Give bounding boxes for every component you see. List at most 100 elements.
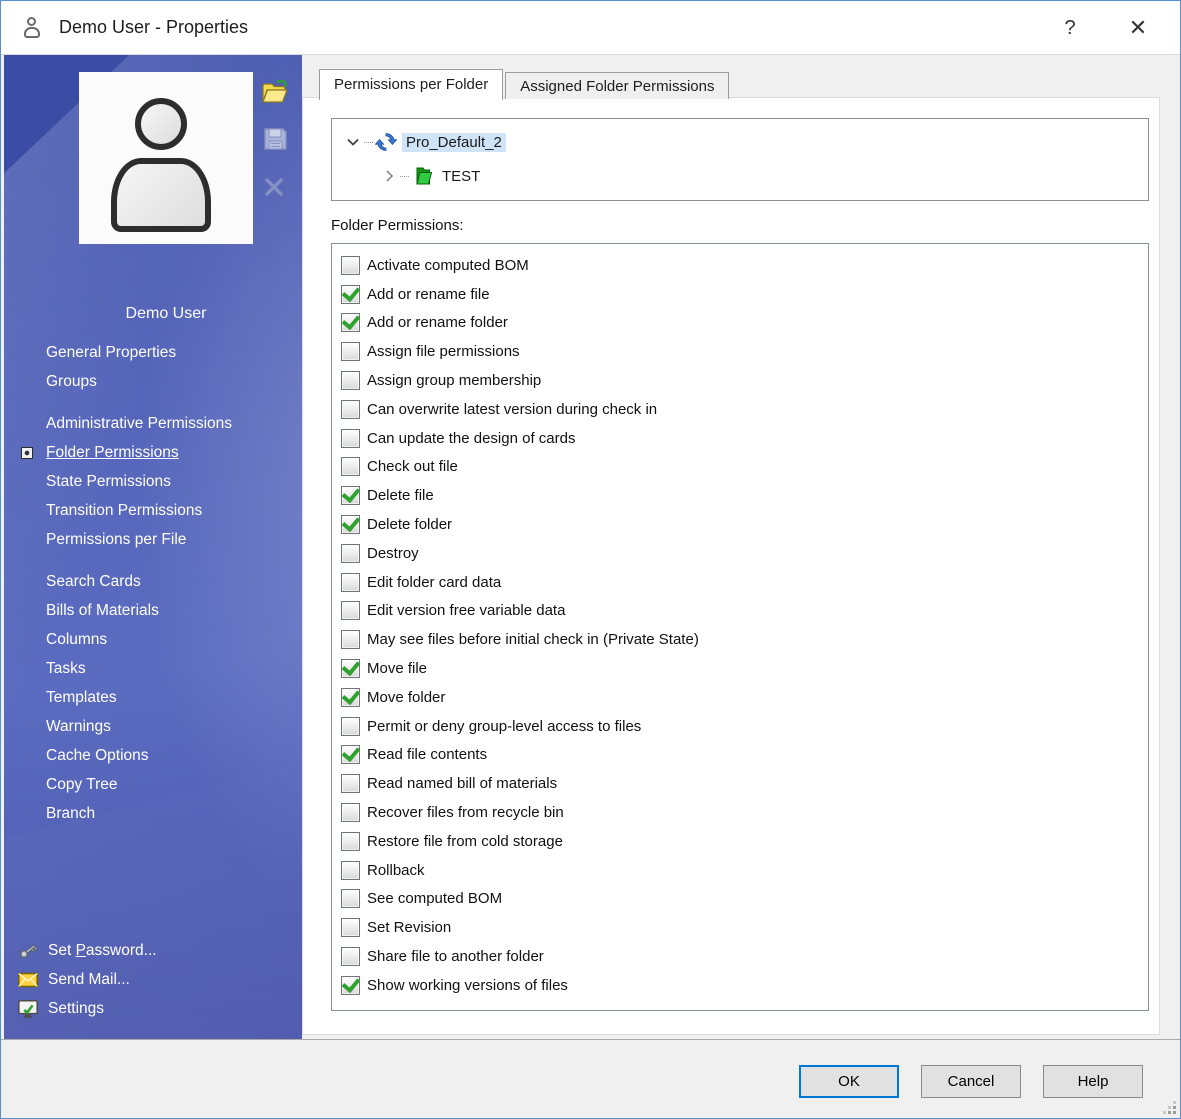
- permission-checkbox[interactable]: [341, 745, 360, 764]
- permission-label: Restore file from cold storage: [367, 833, 563, 850]
- permission-label: Show working versions of files: [367, 977, 568, 994]
- sidebar-nav-item[interactable]: Tasks: [4, 654, 302, 683]
- permission-row: Delete file: [341, 481, 1148, 510]
- permission-checkbox[interactable]: [341, 774, 360, 793]
- tree-connector: [400, 176, 409, 177]
- sidebar: Demo User: [4, 55, 302, 1040]
- permission-checkbox[interactable]: [341, 918, 360, 937]
- tree-node-label[interactable]: TEST: [438, 167, 484, 186]
- sidebar-nav-item[interactable]: Groups: [4, 367, 302, 396]
- sidebar-nav-item[interactable]: Copy Tree: [4, 770, 302, 799]
- title-bar[interactable]: Demo User - Properties ? ✕: [1, 1, 1180, 55]
- sidebar-nav-item[interactable]: Templates: [4, 683, 302, 712]
- permission-checkbox[interactable]: [341, 630, 360, 649]
- permission-label: See computed BOM: [367, 890, 502, 907]
- open-user-icon[interactable]: [260, 77, 290, 107]
- permission-checkbox[interactable]: [341, 573, 360, 592]
- window-resize-grip[interactable]: [1173, 1111, 1176, 1114]
- chevron-down-icon[interactable]: [344, 133, 362, 151]
- permission-label: Recover files from recycle bin: [367, 804, 564, 821]
- sidebar-nav-item[interactable]: Folder Permissions: [4, 438, 302, 467]
- permission-checkbox[interactable]: [341, 544, 360, 563]
- permission-checkbox[interactable]: [341, 285, 360, 304]
- sidebar-nav-item[interactable]: Cache Options: [4, 741, 302, 770]
- sidebar-nav-item[interactable]: Columns: [4, 625, 302, 654]
- permission-row: Show working versions of files: [341, 971, 1148, 1000]
- tab[interactable]: Assigned Folder Permissions: [505, 72, 729, 99]
- permission-checkbox[interactable]: [341, 803, 360, 822]
- sidebar-nav-item[interactable]: Branch: [4, 799, 302, 828]
- permission-checkbox[interactable]: [341, 832, 360, 851]
- permission-checkbox[interactable]: [341, 342, 360, 361]
- chevron-right-icon[interactable]: [380, 167, 398, 185]
- permission-checkbox[interactable]: [341, 457, 360, 476]
- tree-node-label[interactable]: Pro_Default_2: [402, 133, 506, 152]
- settings-link[interactable]: Settings: [4, 994, 302, 1023]
- user-avatar: [79, 72, 253, 244]
- permission-checkbox[interactable]: [341, 371, 360, 390]
- sidebar-nav-item[interactable]: State Permissions: [4, 467, 302, 496]
- permission-checkbox[interactable]: [341, 313, 360, 332]
- settings-label: Settings: [48, 1000, 104, 1018]
- sidebar-nav-item[interactable]: Warnings: [4, 712, 302, 741]
- permission-checkbox[interactable]: [341, 861, 360, 880]
- cancel-button[interactable]: Cancel: [921, 1065, 1021, 1098]
- permission-checkbox[interactable]: [341, 717, 360, 736]
- ok-button[interactable]: OK: [799, 1065, 899, 1098]
- tree-row-vault[interactable]: Pro_Default_2: [344, 129, 506, 155]
- sidebar-nav-item[interactable]: General Properties: [4, 338, 302, 367]
- set-password-link[interactable]: Set Password...: [4, 936, 302, 965]
- send-mail-link[interactable]: Send Mail...: [4, 965, 302, 994]
- permission-row: Assign group membership: [341, 366, 1148, 395]
- permission-checkbox[interactable]: [341, 515, 360, 534]
- permission-row: Edit version free variable data: [341, 597, 1148, 626]
- permission-label: Share file to another folder: [367, 948, 544, 965]
- permission-label: Delete folder: [367, 516, 452, 533]
- permission-checkbox[interactable]: [341, 947, 360, 966]
- sidebar-nav-label: General Properties: [46, 344, 176, 361]
- sidebar-nav-item[interactable]: Administrative Permissions: [4, 409, 302, 438]
- permission-checkbox[interactable]: [341, 601, 360, 620]
- close-icon[interactable]: ✕: [1118, 13, 1158, 43]
- dialog-body: Demo User: [1, 55, 1180, 1040]
- permission-row: Read named bill of materials: [341, 769, 1148, 798]
- tree-row-test-folder[interactable]: TEST: [380, 163, 484, 189]
- permission-label: Assign file permissions: [367, 343, 520, 360]
- sidebar-nav-label: Columns: [46, 631, 107, 648]
- permission-row: Move folder: [341, 683, 1148, 712]
- permission-checkbox[interactable]: [341, 976, 360, 995]
- permission-checkbox[interactable]: [341, 889, 360, 908]
- permission-label: Activate computed BOM: [367, 257, 529, 274]
- sidebar-nav: General Properties Groups Administrative…: [4, 338, 302, 841]
- set-password-label: Set Password...: [48, 942, 157, 960]
- sidebar-nav-item[interactable]: Permissions per File: [4, 525, 302, 554]
- permission-label: Assign group membership: [367, 372, 541, 389]
- tab[interactable]: Permissions per Folder: [319, 69, 503, 100]
- sidebar-nav-item[interactable]: Transition Permissions: [4, 496, 302, 525]
- permission-label: Read named bill of materials: [367, 775, 557, 792]
- help-icon[interactable]: ?: [1050, 13, 1090, 43]
- permission-label: Add or rename folder: [367, 314, 508, 331]
- dialog-footer: OK Cancel Help: [1, 1039, 1180, 1118]
- permission-row: Read file contents: [341, 741, 1148, 770]
- tab-label: Permissions per Folder: [334, 76, 488, 93]
- permission-checkbox[interactable]: [341, 429, 360, 448]
- user-toolbar: [260, 77, 294, 218]
- permission-checkbox[interactable]: [341, 400, 360, 419]
- sidebar-nav-item[interactable]: Search Cards: [4, 567, 302, 596]
- tab-label: Assigned Folder Permissions: [520, 78, 714, 95]
- permission-row: Set Revision: [341, 913, 1148, 942]
- help-button[interactable]: Help: [1043, 1065, 1143, 1098]
- permission-label: Can update the design of cards: [367, 430, 575, 447]
- mail-icon: [16, 969, 40, 991]
- permission-checkbox[interactable]: [341, 486, 360, 505]
- sidebar-nav-item[interactable]: Bills of Materials: [4, 596, 302, 625]
- remove-user-icon: [260, 171, 290, 201]
- permission-checkbox[interactable]: [341, 659, 360, 678]
- permission-checkbox[interactable]: [341, 256, 360, 275]
- permission-row: Activate computed BOM: [341, 251, 1148, 280]
- permission-row: Move file: [341, 654, 1148, 683]
- permission-label: Move folder: [367, 689, 445, 706]
- permission-row: Restore file from cold storage: [341, 827, 1148, 856]
- permission-checkbox[interactable]: [341, 688, 360, 707]
